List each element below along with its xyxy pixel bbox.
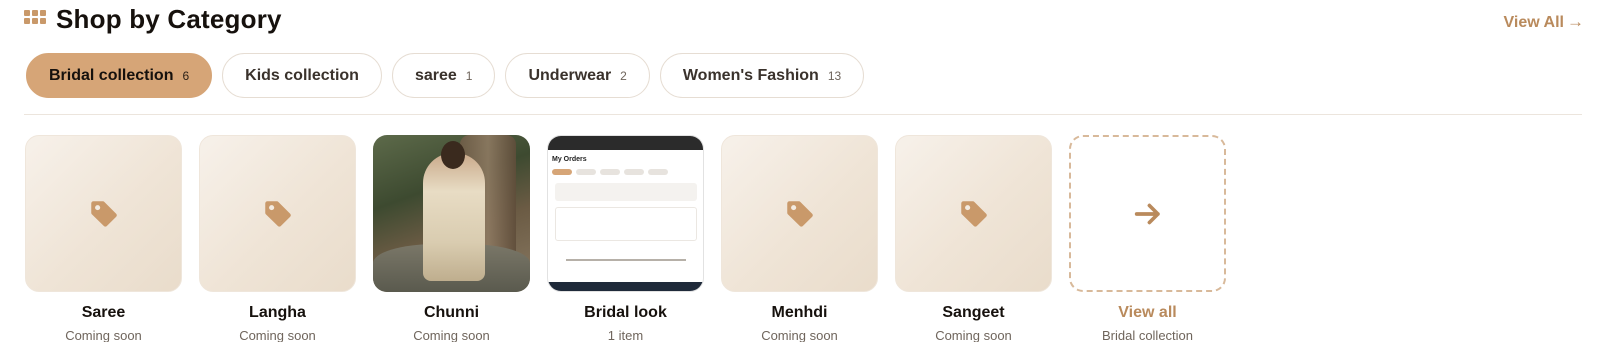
tag-icon: [264, 200, 291, 227]
screenshot-heading: My Orders: [552, 156, 587, 163]
tab-label: Bridal collection: [49, 66, 174, 84]
divider: [24, 114, 1582, 115]
card-name: Langha: [249, 304, 306, 321]
view-all-label: View All: [1503, 14, 1564, 31]
tab-womens-fashion[interactable]: Women's Fashion 13: [659, 53, 865, 98]
card-status: Coming soon: [239, 328, 316, 342]
tab-label: saree: [414, 66, 457, 84]
card-thumbnail: [721, 135, 878, 292]
card-status: Coming soon: [761, 328, 838, 342]
tab-count: 13: [827, 68, 842, 83]
card-thumbnail: [199, 135, 356, 292]
tab-count: 6: [182, 68, 190, 83]
card-name: View all: [1118, 304, 1177, 321]
section-title: Shop by Category: [56, 4, 282, 34]
card-item-count: 1 item: [607, 328, 644, 342]
card-thumbnail: [895, 135, 1052, 292]
view-all-link[interactable]: View All →: [1504, 12, 1584, 32]
arrow-right-icon: →: [1567, 12, 1584, 31]
tab-label: Underwear: [528, 66, 612, 84]
arrow-right-icon: [1134, 203, 1160, 224]
category-card-saree[interactable]: Saree Coming soon: [25, 135, 182, 342]
tab-underwear[interactable]: Underwear 2: [505, 53, 650, 98]
card-name: Saree: [81, 304, 126, 321]
category-card-sangeet[interactable]: Sangeet Coming soon: [895, 135, 1052, 342]
card-status: Coming soon: [413, 328, 490, 342]
category-tabs: Bridal collection 6 Kids collection sare…: [26, 53, 865, 99]
card-name: Chunni: [423, 304, 480, 321]
tag-icon: [960, 200, 987, 227]
card-status: Coming soon: [65, 328, 142, 342]
category-cards: Saree Coming soon Langha Coming soon Chu…: [25, 135, 1226, 342]
view-all-card[interactable]: View all Bridal collection: [1069, 135, 1226, 342]
tab-kids-collection[interactable]: Kids collection: [222, 53, 382, 98]
tab-count: 1: [465, 68, 473, 83]
card-name: Menhdi: [771, 304, 828, 321]
card-name: Sangeet: [942, 304, 1005, 321]
tag-icon: [90, 200, 117, 227]
tab-label: Women's Fashion: [682, 66, 819, 84]
grid-icon: [24, 10, 46, 26]
tab-label: Kids collection: [245, 66, 359, 84]
bridal-look-screenshot: My Orders: [547, 135, 704, 292]
tab-bridal-collection[interactable]: Bridal collection 6: [26, 53, 213, 98]
category-card-langha[interactable]: Langha Coming soon: [199, 135, 356, 342]
section-header: Shop by Category View All →: [24, 4, 1584, 38]
card-thumbnail: [25, 135, 182, 292]
tag-icon: [786, 200, 813, 227]
chunni-photo: [373, 135, 530, 292]
tab-saree[interactable]: saree 1: [391, 53, 496, 98]
category-card-bridal-look[interactable]: My Orders Bridal look 1 item: [547, 135, 704, 342]
card-status: Coming soon: [935, 328, 1012, 342]
card-thumbnail: [1069, 135, 1226, 292]
category-card-menhdi[interactable]: Menhdi Coming soon: [721, 135, 878, 342]
card-name: Bridal look: [584, 304, 667, 321]
category-card-chunni[interactable]: Chunni Coming soon: [373, 135, 530, 342]
tab-count: 2: [620, 68, 627, 83]
card-subtitle: Bridal collection: [1101, 328, 1194, 342]
